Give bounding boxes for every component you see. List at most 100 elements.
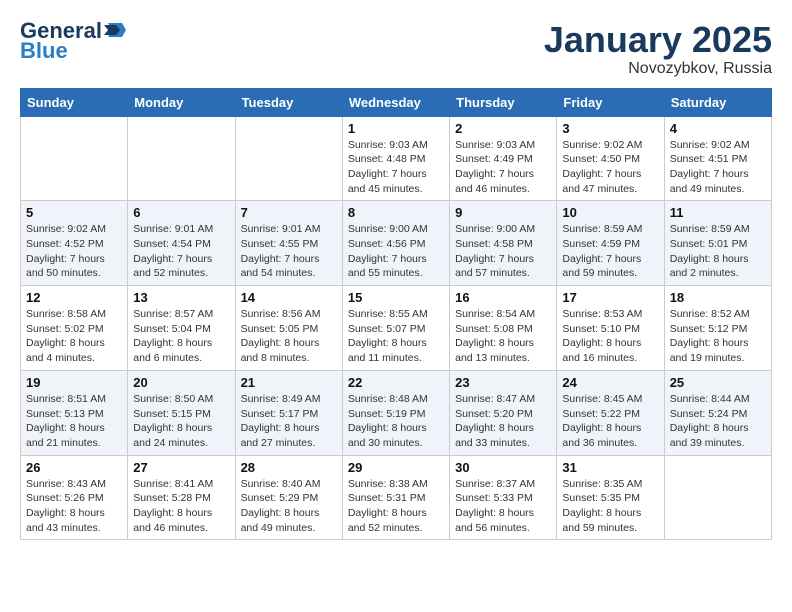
day-number: 2 <box>455 121 551 136</box>
calendar-day-cell: 19 Sunrise: 8:51 AM Sunset: 5:13 PM Dayli… <box>21 370 128 455</box>
day-info: Sunrise: 9:01 AM Sunset: 4:55 PM Dayligh… <box>241 222 337 281</box>
day-info: Sunrise: 8:49 AM Sunset: 5:17 PM Dayligh… <box>241 392 337 451</box>
day-info: Sunrise: 8:56 AM Sunset: 5:05 PM Dayligh… <box>241 307 337 366</box>
calendar-day-cell: 21 Sunrise: 8:49 AM Sunset: 5:17 PM Dayli… <box>235 370 342 455</box>
calendar-day-cell: 23 Sunrise: 8:47 AM Sunset: 5:20 PM Dayli… <box>450 370 557 455</box>
day-info: Sunrise: 8:38 AM Sunset: 5:31 PM Dayligh… <box>348 477 444 536</box>
page-header: General Blue January 2025 Novozybkov, Ru… <box>20 20 772 78</box>
day-info: Sunrise: 8:57 AM Sunset: 5:04 PM Dayligh… <box>133 307 229 366</box>
weekday-header: Tuesday <box>235 88 342 116</box>
day-number: 5 <box>26 205 122 220</box>
day-info: Sunrise: 8:59 AM Sunset: 4:59 PM Dayligh… <box>562 222 658 281</box>
day-number: 8 <box>348 205 444 220</box>
calendar-day-cell: 29 Sunrise: 8:38 AM Sunset: 5:31 PM Dayli… <box>342 455 449 540</box>
calendar-day-cell: 18 Sunrise: 8:52 AM Sunset: 5:12 PM Dayli… <box>664 286 771 371</box>
day-number: 19 <box>26 375 122 390</box>
day-number: 29 <box>348 460 444 475</box>
calendar-day-cell: 12 Sunrise: 8:58 AM Sunset: 5:02 PM Dayli… <box>21 286 128 371</box>
calendar-day-cell: 27 Sunrise: 8:41 AM Sunset: 5:28 PM Dayli… <box>128 455 235 540</box>
day-number: 31 <box>562 460 658 475</box>
day-info: Sunrise: 8:53 AM Sunset: 5:10 PM Dayligh… <box>562 307 658 366</box>
day-info: Sunrise: 8:51 AM Sunset: 5:13 PM Dayligh… <box>26 392 122 451</box>
calendar-day-cell: 31Sunrise: 8:35 AM Sunset: 5:35 PM Dayli… <box>557 455 664 540</box>
day-number: 14 <box>241 290 337 305</box>
day-info: Sunrise: 9:01 AM Sunset: 4:54 PM Dayligh… <box>133 222 229 281</box>
day-number: 11 <box>670 205 766 220</box>
day-info: Sunrise: 8:59 AM Sunset: 5:01 PM Dayligh… <box>670 222 766 281</box>
calendar-day-cell: 22 Sunrise: 8:48 AM Sunset: 5:19 PM Dayli… <box>342 370 449 455</box>
day-number: 20 <box>133 375 229 390</box>
logo-blue-text: Blue <box>20 40 68 62</box>
day-info: Sunrise: 8:48 AM Sunset: 5:19 PM Dayligh… <box>348 392 444 451</box>
calendar-day-cell: 2 Sunrise: 9:03 AM Sunset: 4:49 PM Daylig… <box>450 116 557 201</box>
day-info: Sunrise: 8:43 AM Sunset: 5:26 PM Dayligh… <box>26 477 122 536</box>
calendar-day-cell: 6 Sunrise: 9:01 AM Sunset: 4:54 PM Daylig… <box>128 201 235 286</box>
day-info: Sunrise: 8:40 AM Sunset: 5:29 PM Dayligh… <box>241 477 337 536</box>
day-info: Sunrise: 8:52 AM Sunset: 5:12 PM Dayligh… <box>670 307 766 366</box>
day-number: 6 <box>133 205 229 220</box>
calendar-day-cell: 10Sunrise: 8:59 AM Sunset: 4:59 PM Dayli… <box>557 201 664 286</box>
title-block: January 2025 Novozybkov, Russia <box>544 20 772 78</box>
calendar-day-cell: 9 Sunrise: 9:00 AM Sunset: 4:58 PM Daylig… <box>450 201 557 286</box>
day-info: Sunrise: 8:41 AM Sunset: 5:28 PM Dayligh… <box>133 477 229 536</box>
calendar-table: SundayMondayTuesdayWednesdayThursdayFrid… <box>20 88 772 541</box>
day-number: 15 <box>348 290 444 305</box>
day-info: Sunrise: 9:03 AM Sunset: 4:48 PM Dayligh… <box>348 138 444 197</box>
month-title: January 2025 <box>544 20 772 60</box>
calendar-day-cell: 26 Sunrise: 8:43 AM Sunset: 5:26 PM Dayli… <box>21 455 128 540</box>
weekday-header: Saturday <box>664 88 771 116</box>
day-info: Sunrise: 9:02 AM Sunset: 4:51 PM Dayligh… <box>670 138 766 197</box>
day-info: Sunrise: 9:02 AM Sunset: 4:52 PM Dayligh… <box>26 222 122 281</box>
calendar-header-row: SundayMondayTuesdayWednesdayThursdayFrid… <box>21 88 772 116</box>
day-info: Sunrise: 9:02 AM Sunset: 4:50 PM Dayligh… <box>562 138 658 197</box>
calendar-week-row: 19 Sunrise: 8:51 AM Sunset: 5:13 PM Dayli… <box>21 370 772 455</box>
weekday-header: Monday <box>128 88 235 116</box>
day-info: Sunrise: 8:54 AM Sunset: 5:08 PM Dayligh… <box>455 307 551 366</box>
logo: General Blue <box>20 20 126 62</box>
day-number: 9 <box>455 205 551 220</box>
calendar-day-cell: 4 Sunrise: 9:02 AM Sunset: 4:51 PM Daylig… <box>664 116 771 201</box>
day-number: 12 <box>26 290 122 305</box>
day-number: 23 <box>455 375 551 390</box>
day-number: 1 <box>348 121 444 136</box>
calendar-day-cell: 20 Sunrise: 8:50 AM Sunset: 5:15 PM Dayli… <box>128 370 235 455</box>
calendar-day-cell <box>664 455 771 540</box>
calendar-week-row: 5 Sunrise: 9:02 AM Sunset: 4:52 PM Daylig… <box>21 201 772 286</box>
calendar-day-cell <box>21 116 128 201</box>
day-info: Sunrise: 8:47 AM Sunset: 5:20 PM Dayligh… <box>455 392 551 451</box>
calendar-day-cell: 1 Sunrise: 9:03 AM Sunset: 4:48 PM Daylig… <box>342 116 449 201</box>
day-number: 26 <box>26 460 122 475</box>
calendar-day-cell: 14 Sunrise: 8:56 AM Sunset: 5:05 PM Dayli… <box>235 286 342 371</box>
calendar-day-cell: 8Sunrise: 9:00 AM Sunset: 4:56 PM Daylig… <box>342 201 449 286</box>
calendar-day-cell: 11 Sunrise: 8:59 AM Sunset: 5:01 PM Dayli… <box>664 201 771 286</box>
calendar-day-cell: 17Sunrise: 8:53 AM Sunset: 5:10 PM Dayli… <box>557 286 664 371</box>
calendar-day-cell: 28 Sunrise: 8:40 AM Sunset: 5:29 PM Dayli… <box>235 455 342 540</box>
calendar-week-row: 1 Sunrise: 9:03 AM Sunset: 4:48 PM Daylig… <box>21 116 772 201</box>
day-info: Sunrise: 8:45 AM Sunset: 5:22 PM Dayligh… <box>562 392 658 451</box>
day-number: 27 <box>133 460 229 475</box>
calendar-day-cell: 24Sunrise: 8:45 AM Sunset: 5:22 PM Dayli… <box>557 370 664 455</box>
calendar-day-cell <box>128 116 235 201</box>
day-number: 21 <box>241 375 337 390</box>
day-info: Sunrise: 8:58 AM Sunset: 5:02 PM Dayligh… <box>26 307 122 366</box>
day-number: 28 <box>241 460 337 475</box>
calendar-day-cell: 7 Sunrise: 9:01 AM Sunset: 4:55 PM Daylig… <box>235 201 342 286</box>
calendar-day-cell: 3Sunrise: 9:02 AM Sunset: 4:50 PM Daylig… <box>557 116 664 201</box>
calendar-day-cell: 25Sunrise: 8:44 AM Sunset: 5:24 PM Dayli… <box>664 370 771 455</box>
day-number: 4 <box>670 121 766 136</box>
day-number: 18 <box>670 290 766 305</box>
day-number: 13 <box>133 290 229 305</box>
weekday-header: Friday <box>557 88 664 116</box>
logo-arrow-icon <box>104 21 126 39</box>
day-number: 30 <box>455 460 551 475</box>
day-info: Sunrise: 9:00 AM Sunset: 4:58 PM Dayligh… <box>455 222 551 281</box>
day-info: Sunrise: 8:55 AM Sunset: 5:07 PM Dayligh… <box>348 307 444 366</box>
day-number: 7 <box>241 205 337 220</box>
calendar-day-cell: 16 Sunrise: 8:54 AM Sunset: 5:08 PM Dayli… <box>450 286 557 371</box>
day-number: 25 <box>670 375 766 390</box>
day-number: 16 <box>455 290 551 305</box>
day-number: 22 <box>348 375 444 390</box>
day-info: Sunrise: 9:03 AM Sunset: 4:49 PM Dayligh… <box>455 138 551 197</box>
day-info: Sunrise: 8:50 AM Sunset: 5:15 PM Dayligh… <box>133 392 229 451</box>
calendar-day-cell <box>235 116 342 201</box>
